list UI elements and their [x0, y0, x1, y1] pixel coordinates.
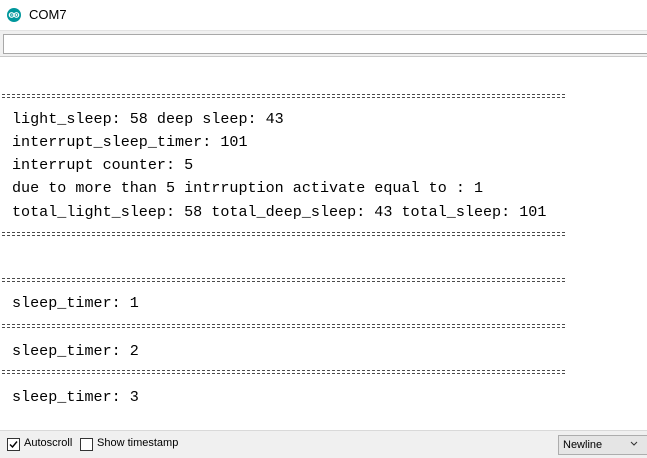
show-timestamp-checkbox[interactable]: [80, 438, 93, 451]
output-line: total_light_sleep: 58 total_deep_sleep: …: [12, 203, 547, 221]
serial-input[interactable]: [3, 34, 647, 54]
output-line: light_sleep: 58 deep sleep: 43: [12, 110, 284, 128]
title-bar: COM7: [0, 0, 647, 30]
output-line: sleep_timer: 3: [12, 388, 139, 406]
output-line: due to more than 5 intrruption activate …: [12, 179, 484, 197]
output-line: interrupt counter: 5: [12, 156, 194, 174]
serial-monitor-window: COM7 light_sleep: 58 deep sleep: 43 inte…: [0, 0, 647, 458]
serial-output[interactable]: light_sleep: 58 deep sleep: 43 interrupt…: [0, 58, 647, 430]
output-line: interrupt_sleep_timer: 101: [12, 133, 248, 151]
autoscroll-checkbox[interactable]: [7, 438, 20, 451]
separator-line: [2, 322, 565, 330]
arduino-logo-icon: [7, 8, 21, 22]
separator-line: [2, 276, 565, 284]
window-title: COM7: [29, 7, 67, 22]
show-timestamp-label[interactable]: Show timestamp: [97, 437, 178, 449]
line-ending-value: Newline: [563, 439, 603, 451]
autoscroll-label[interactable]: Autoscroll: [24, 437, 72, 449]
chevron-down-icon: [630, 441, 638, 446]
separator-line: [2, 230, 565, 238]
line-ending-select[interactable]: Newline: [558, 435, 647, 455]
separator-line: [2, 368, 565, 376]
separator-line: [2, 92, 565, 100]
checkmark-icon: [9, 441, 18, 449]
status-bar: Autoscroll Show timestamp Newline: [0, 430, 647, 458]
output-line: sleep_timer: 2: [12, 342, 139, 360]
send-row: [0, 30, 647, 57]
output-line: sleep_timer: 1: [12, 294, 139, 312]
